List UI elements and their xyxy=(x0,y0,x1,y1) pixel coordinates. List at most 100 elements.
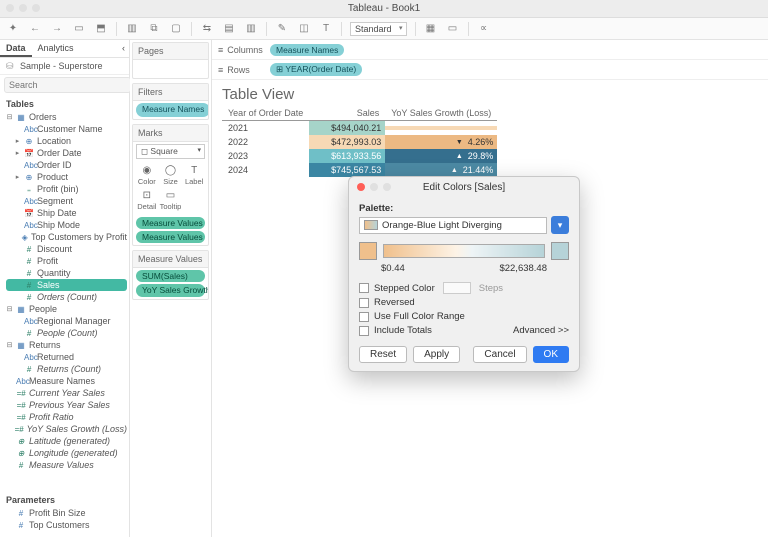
mark-cell-size[interactable]: ◯Size xyxy=(159,163,183,188)
sales-cell[interactable]: $494,040.21 xyxy=(309,121,385,136)
field-item[interactable]: #Profit Bin Size xyxy=(6,507,127,519)
mark-cell-color[interactable]: ◉Color xyxy=(135,163,159,188)
sales-cell[interactable]: $745,567.53 xyxy=(309,163,385,177)
pages-card[interactable]: Pages xyxy=(132,42,209,79)
sort-asc-icon[interactable]: ▤ xyxy=(222,22,236,36)
showme-icon[interactable]: ▦ xyxy=(424,22,438,36)
field-item[interactable]: ₌Profit (bin) xyxy=(6,183,127,195)
full-range-checkbox[interactable] xyxy=(359,312,369,322)
gradient-end-swatch[interactable] xyxy=(551,242,569,260)
field-item[interactable]: #People (Count) xyxy=(6,327,127,339)
growth-cell[interactable]: 21.44% xyxy=(385,163,497,177)
sheet-title[interactable]: Table View xyxy=(212,80,768,106)
cancel-button[interactable]: Cancel xyxy=(473,346,526,363)
mv-pill-sum-sales[interactable]: SUM(Sales) xyxy=(136,270,205,282)
mark-cell-tooltip[interactable]: ▭Tooltip xyxy=(159,188,183,213)
field-item[interactable]: ⊕Latitude (generated) xyxy=(6,435,127,447)
field-item[interactable]: ⊟▦Returns xyxy=(6,339,127,351)
field-search-input[interactable] xyxy=(4,77,131,93)
field-item[interactable]: #Measure Values xyxy=(6,459,127,471)
redo-icon[interactable]: → xyxy=(50,22,64,36)
mv-pill-yoy-growth[interactable]: YoY Sales Growth .. △ xyxy=(136,284,205,297)
field-item[interactable]: ◈Top Customers by Profit xyxy=(6,231,127,243)
filter-pill-measure-names[interactable]: Measure Names xyxy=(136,103,209,117)
new-source-icon[interactable]: ⬒ xyxy=(94,22,108,36)
rows-pill[interactable]: ⊞ YEAR(Order Date) xyxy=(270,63,362,76)
field-item[interactable]: AbcSegment xyxy=(6,195,127,207)
field-item[interactable]: 📅Ship Date xyxy=(6,207,127,219)
dialog-titlebar[interactable]: Edit Colors [Sales] xyxy=(349,177,579,197)
mark-cell-label[interactable]: TLabel xyxy=(182,163,206,188)
mark-cell-detail[interactable]: ⊡Detail xyxy=(135,188,159,213)
undo-icon[interactable]: ← xyxy=(28,22,42,36)
field-item[interactable]: #Orders (Count) xyxy=(6,291,127,303)
sort-desc-icon[interactable]: ▥ xyxy=(244,22,258,36)
field-item[interactable]: AbcMeasure Names xyxy=(6,375,127,387)
stepped-color-checkbox[interactable] xyxy=(359,283,369,293)
field-item[interactable]: AbcCustomer Name xyxy=(6,123,127,135)
column-header[interactable]: Year of Order Date xyxy=(222,106,309,121)
fit-mode-select[interactable]: Standard xyxy=(350,22,407,36)
growth-cell[interactable]: 29.8% xyxy=(385,149,497,163)
field-item[interactable]: #Profit xyxy=(6,255,127,267)
data-source-item[interactable]: ⛁ Sample - Superstore xyxy=(0,58,129,75)
field-item[interactable]: ▸📅Order Date xyxy=(6,147,127,159)
present-icon[interactable]: ▭ xyxy=(446,22,460,36)
growth-cell[interactable]: 4.26% xyxy=(385,135,497,149)
gradient-bar[interactable] xyxy=(383,244,545,258)
mark-type-select[interactable]: ◻ Square xyxy=(136,144,205,159)
marks-pill-color[interactable]: Measure Values xyxy=(136,217,205,229)
year-cell[interactable]: 2024 xyxy=(222,163,309,177)
field-item[interactable]: AbcShip Mode xyxy=(6,219,127,231)
dup-icon[interactable]: ⧉ xyxy=(147,22,161,36)
field-item[interactable]: =#YoY Sales Growth (Loss) xyxy=(6,423,127,435)
save-icon[interactable]: ▭ xyxy=(72,22,86,36)
window-traffic-lights[interactable] xyxy=(6,4,40,12)
include-totals-checkbox[interactable] xyxy=(359,326,369,336)
columns-pill[interactable]: Measure Names xyxy=(270,44,344,56)
new-ws-icon[interactable]: ▥ xyxy=(125,22,139,36)
sales-cell[interactable]: $613,933.56 xyxy=(309,149,385,163)
column-header[interactable]: YoY Sales Growth (Loss) xyxy=(385,106,497,121)
year-cell[interactable]: 2022 xyxy=(222,135,309,149)
field-item[interactable]: =#Profit Ratio xyxy=(6,411,127,423)
dialog-close-icon[interactable] xyxy=(357,183,365,191)
labels-icon[interactable]: T xyxy=(319,22,333,36)
year-cell[interactable]: 2021 xyxy=(222,121,309,136)
field-item[interactable]: ⊟▦People xyxy=(6,303,127,315)
apply-button[interactable]: Apply xyxy=(413,346,460,363)
field-item[interactable]: #Quantity xyxy=(6,267,127,279)
columns-shelf[interactable]: Measure Names xyxy=(270,44,344,56)
filters-card[interactable]: FiltersMeasure Names xyxy=(132,83,209,120)
field-item[interactable]: ▸⊕Product xyxy=(6,171,127,183)
palette-select[interactable]: Orange-Blue Light Diverging xyxy=(359,217,547,234)
field-item[interactable]: ▸⊕Location xyxy=(6,135,127,147)
tab-analytics[interactable]: Analytics xyxy=(32,40,80,57)
field-item[interactable]: ⊟▦Orders xyxy=(6,111,127,123)
advanced-button[interactable]: Advanced >> xyxy=(513,325,569,336)
field-item[interactable]: ⊕Longitude (generated) xyxy=(6,447,127,459)
highlight-icon[interactable]: ✎ xyxy=(275,22,289,36)
marks-pill-label[interactable]: Measure Values xyxy=(136,231,205,243)
gradient-start-swatch[interactable] xyxy=(359,242,377,260)
share-icon[interactable]: ∝ xyxy=(477,22,491,36)
column-header[interactable]: Sales xyxy=(309,106,385,121)
field-item[interactable]: #Discount xyxy=(6,243,127,255)
rows-shelf[interactable]: ⊞ YEAR(Order Date) xyxy=(270,63,362,76)
field-item[interactable]: AbcReturned xyxy=(6,351,127,363)
sales-cell[interactable]: $472,993.03 xyxy=(309,135,385,149)
swap-icon[interactable]: ⇆ xyxy=(200,22,214,36)
field-item[interactable]: AbcOrder ID xyxy=(6,159,127,171)
field-item[interactable]: #Top Customers xyxy=(6,519,127,531)
reversed-checkbox[interactable] xyxy=(359,298,369,308)
field-item[interactable]: =#Current Year Sales xyxy=(6,387,127,399)
field-item[interactable]: =#Previous Year Sales xyxy=(6,399,127,411)
field-item[interactable]: #Sales xyxy=(6,279,127,291)
growth-cell[interactable] xyxy=(385,121,497,136)
field-item[interactable]: AbcRegional Manager xyxy=(6,315,127,327)
clear-icon[interactable]: ▢ xyxy=(169,22,183,36)
palette-dropdown-button[interactable] xyxy=(551,216,569,234)
steps-input[interactable] xyxy=(443,282,471,294)
field-item[interactable]: #Returns (Count) xyxy=(6,363,127,375)
group-icon[interactable]: ◫ xyxy=(297,22,311,36)
